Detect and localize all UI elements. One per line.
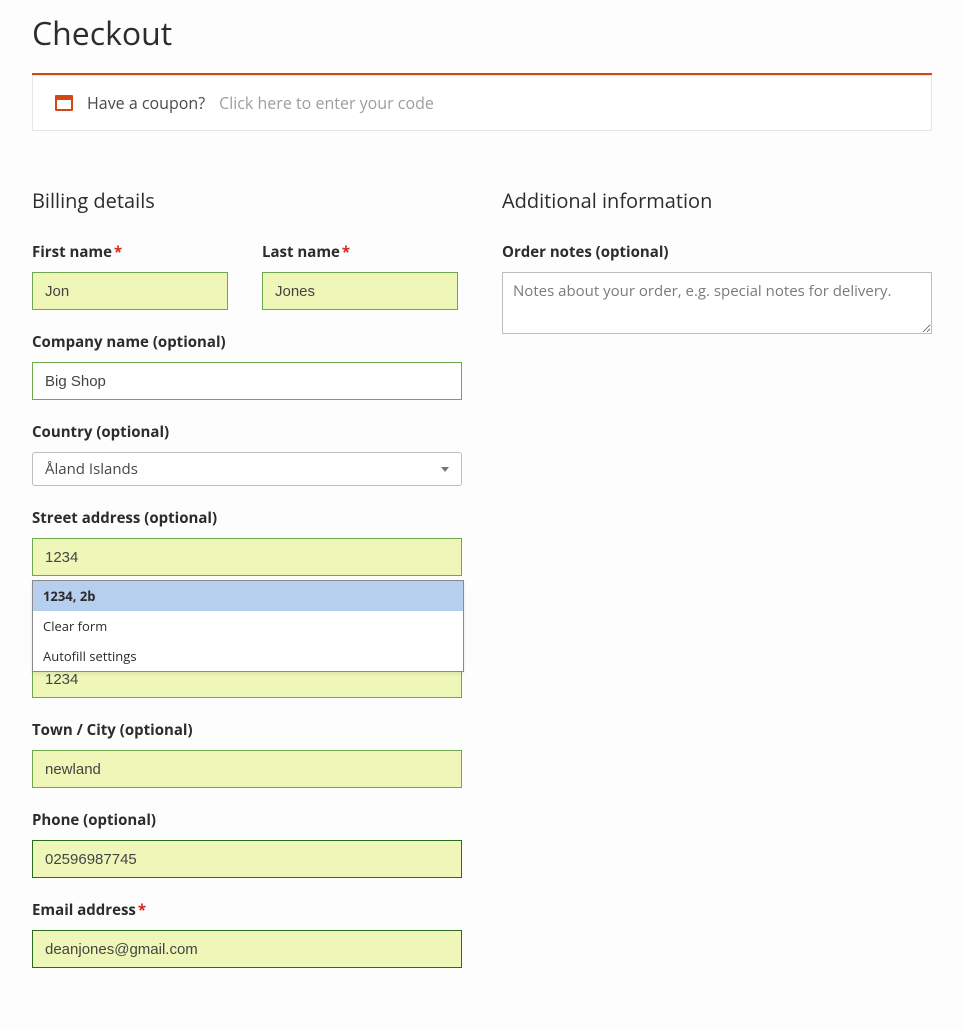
chevron-down-icon xyxy=(441,467,449,472)
street-label: Street address (optional) xyxy=(32,508,462,528)
email-label: Email address* xyxy=(32,900,462,920)
street-field: Street address (optional) 1234, 2b Clear… xyxy=(32,508,462,576)
billing-heading: Billing details xyxy=(32,187,462,214)
country-label: Country (optional) xyxy=(32,422,462,442)
order-notes-input[interactable] xyxy=(502,272,932,334)
order-notes-field: Order notes (optional) xyxy=(502,242,932,339)
first-name-input[interactable] xyxy=(32,272,228,310)
phone-label: Phone (optional) xyxy=(32,810,462,830)
city-label: Town / City (optional) xyxy=(32,720,462,740)
last-name-label: Last name* xyxy=(262,242,458,262)
city-input[interactable] xyxy=(32,750,462,788)
email-field: Email address* xyxy=(32,900,462,968)
required-marker: * xyxy=(342,242,350,262)
country-field: Country (optional) Åland Islands xyxy=(32,422,462,486)
company-label: Company name (optional) xyxy=(32,332,462,352)
phone-input[interactable] xyxy=(32,840,462,878)
last-name-field: Last name* xyxy=(262,242,458,310)
first-name-field: First name* xyxy=(32,242,228,310)
autofill-popup: 1234, 2b Clear form Autofill settings xyxy=(32,580,464,672)
autofill-suggestion[interactable]: 1234, 2b xyxy=(33,581,463,611)
additional-heading: Additional information xyxy=(502,187,932,214)
last-name-input[interactable] xyxy=(262,272,458,310)
company-input[interactable] xyxy=(32,362,462,400)
billing-column: Billing details First name* Last name* C… xyxy=(32,187,462,990)
additional-column: Additional information Order notes (opti… xyxy=(502,187,932,990)
page-title: Checkout xyxy=(32,12,932,55)
coupon-icon xyxy=(55,95,73,111)
autofill-settings[interactable]: Autofill settings xyxy=(33,641,463,671)
autofill-clear-form[interactable]: Clear form xyxy=(33,611,463,641)
required-marker: * xyxy=(138,900,146,920)
city-field: Town / City (optional) xyxy=(32,720,462,788)
company-field: Company name (optional) xyxy=(32,332,462,400)
first-name-label: First name* xyxy=(32,242,228,262)
coupon-prompt: Have a coupon? xyxy=(87,92,205,114)
email-input[interactable] xyxy=(32,930,462,968)
country-select-value: Åland Islands xyxy=(45,459,138,479)
phone-field: Phone (optional) xyxy=(32,810,462,878)
country-select[interactable]: Åland Islands xyxy=(32,452,462,486)
required-marker: * xyxy=(114,242,122,262)
order-notes-label: Order notes (optional) xyxy=(502,242,932,262)
coupon-link[interactable]: Click here to enter your code xyxy=(219,92,434,114)
coupon-bar: Have a coupon? Click here to enter your … xyxy=(32,75,932,131)
street-input[interactable] xyxy=(32,538,462,576)
